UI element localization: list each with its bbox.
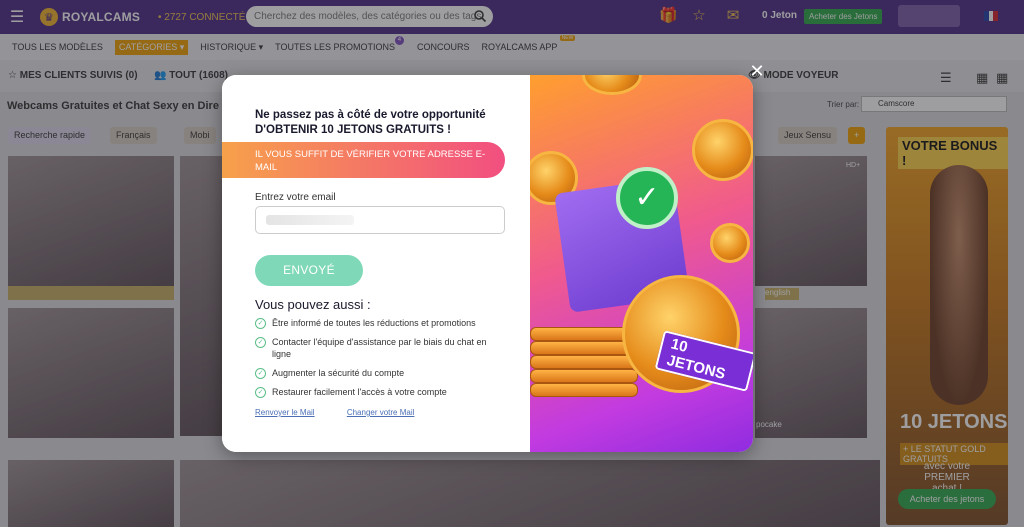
list-item: ✓ Restaurer facilement l'accès à votre co…	[255, 386, 507, 398]
coin-stack	[530, 369, 638, 383]
email-label: Entrez votre email	[255, 192, 336, 203]
coin-stack	[530, 355, 638, 369]
check-icon: ✓	[616, 167, 678, 229]
also-title: Vous pouvez aussi :	[255, 297, 371, 312]
check-circle-icon: ✓	[255, 337, 266, 348]
close-icon[interactable]: ✕	[748, 62, 766, 80]
coin-icon	[710, 223, 750, 263]
modal-illustration: ✓ 10 JETONS	[530, 75, 753, 452]
modal-banner: IL VOUS SUFFIT DE VÉRIFIER VOTRE ADRESSE…	[222, 142, 505, 178]
modal-links: Renvoyer le Mail Changer votre Mail	[255, 408, 414, 417]
verify-email-modal: Ne passez pas à côté de votre opportunit…	[222, 75, 753, 452]
list-item: ✓ Être informé de toutes les réductions e…	[255, 317, 507, 329]
list-item: ✓ Augmenter la sécurité du compte	[255, 367, 507, 379]
coin-stack	[530, 383, 638, 397]
benefit-text: Restaurer facilement l'accès à votre com…	[272, 387, 447, 397]
change-mail-link[interactable]: Changer votre Mail	[347, 408, 415, 417]
check-circle-icon: ✓	[255, 318, 266, 329]
coin-icon	[582, 75, 642, 95]
list-item: ✓ Contacter l'équipe d'assistance par le …	[255, 336, 507, 360]
email-value-redacted	[266, 215, 354, 225]
coin-icon	[692, 119, 753, 181]
modal-form-panel: Ne passez pas à côté de votre opportunit…	[222, 75, 530, 452]
benefits-list: ✓ Être informé de toutes les réductions e…	[255, 317, 507, 405]
benefit-text: Augmenter la sécurité du compte	[272, 368, 405, 378]
modal-headline: Ne passez pas à côté de votre opportunit…	[255, 109, 486, 136]
benefit-text: Contacter l'équipe d'assistance par le b…	[272, 337, 487, 359]
benefit-text: Être informé de toutes les réductions et…	[272, 318, 476, 328]
check-circle-icon: ✓	[255, 387, 266, 398]
send-button[interactable]: ENVOYÉ	[255, 255, 363, 286]
resend-mail-link[interactable]: Renvoyer le Mail	[255, 408, 315, 417]
check-circle-icon: ✓	[255, 368, 266, 379]
